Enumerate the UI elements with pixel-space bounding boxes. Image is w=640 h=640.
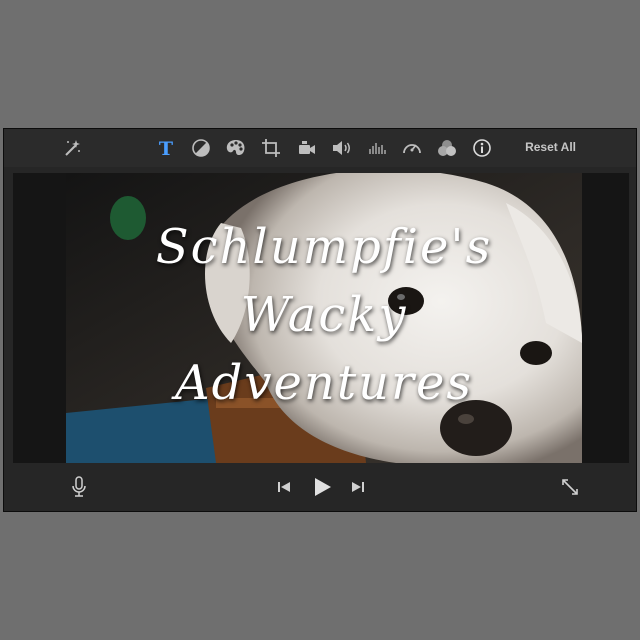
skip-back-icon[interactable] bbox=[270, 473, 298, 501]
adjustments-toolbar: T Reset All bbox=[4, 129, 636, 167]
play-icon[interactable] bbox=[308, 473, 336, 501]
playback-controls bbox=[4, 465, 636, 511]
skip-forward-icon[interactable] bbox=[344, 473, 372, 501]
title-text-icon[interactable]: T bbox=[153, 135, 179, 161]
video-viewer: Schlumpfie's Wacky Adventures bbox=[13, 173, 629, 463]
color-correction-icon[interactable] bbox=[223, 135, 249, 161]
info-icon[interactable] bbox=[469, 135, 495, 161]
clip-filter-icon[interactable] bbox=[434, 135, 460, 161]
color-balance-icon[interactable] bbox=[188, 135, 214, 161]
svg-text:T: T bbox=[159, 138, 173, 158]
fullscreen-icon[interactable] bbox=[556, 473, 584, 501]
video-frame: Schlumpfie's Wacky Adventures bbox=[66, 173, 582, 463]
reset-all-button[interactable]: Reset All bbox=[525, 140, 576, 154]
microphone-icon[interactable] bbox=[65, 473, 93, 501]
title-line-3: Adventures bbox=[174, 355, 473, 411]
title-line-1: Schlumpfie's bbox=[155, 219, 493, 275]
speed-icon[interactable] bbox=[399, 135, 425, 161]
volume-icon[interactable] bbox=[329, 135, 355, 161]
viewer-window: T Reset All Schlumpfie's Wacky Adventure… bbox=[3, 128, 637, 512]
magic-wand-icon[interactable] bbox=[59, 135, 85, 161]
title-line-2: Wacky bbox=[240, 287, 408, 343]
stabilization-icon[interactable] bbox=[294, 135, 320, 161]
crop-icon[interactable] bbox=[258, 135, 284, 161]
noise-reduction-icon[interactable] bbox=[364, 135, 390, 161]
title-overlay[interactable]: Schlumpfie's Wacky Adventures bbox=[66, 213, 582, 417]
